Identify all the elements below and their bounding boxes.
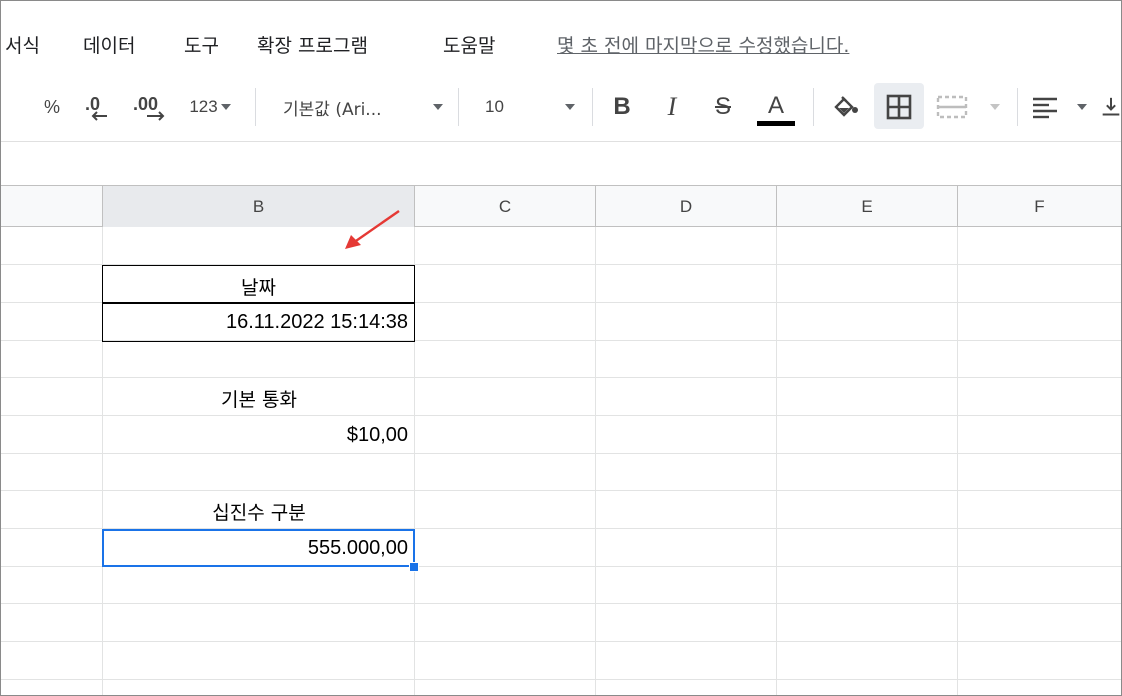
horizontal-align-dropdown[interactable] <box>1031 93 1087 121</box>
toolbar-separator <box>592 88 593 126</box>
date-header-text: 날짜 <box>241 277 276 299</box>
chevron-down-icon <box>433 104 443 110</box>
paint-bucket-icon <box>834 96 858 117</box>
row-line <box>1 377 1121 378</box>
bold-icon: B <box>613 93 631 120</box>
font-family-label: 기본값 (Ari... <box>283 99 382 120</box>
chevron-down-icon <box>990 104 1000 110</box>
date-value-cell[interactable]: 16.11.2022 15:14:38 <box>102 302 415 342</box>
toolbar: % .0 .00 123 기본값 (Ari... 10 B I S A <box>1 79 1121 135</box>
toolbar-separator <box>1017 88 1018 126</box>
row-line <box>1 641 1121 642</box>
selected-cell[interactable]: 555.000,00 <box>102 529 415 567</box>
merge-cells-button[interactable] <box>936 93 1000 121</box>
align-left-icon <box>1033 97 1057 119</box>
menu-data[interactable]: 데이터 <box>83 31 135 58</box>
currency-label-cell[interactable]: 기본 통화 <box>103 385 415 412</box>
text-color-button[interactable]: A <box>757 89 795 129</box>
decrease-decimal-icon: .0 <box>85 94 107 121</box>
column-header-a[interactable] <box>1 186 103 227</box>
menu-tools[interactable]: 도구 <box>184 31 219 58</box>
title-strip <box>1 1 1121 11</box>
chevron-down-icon <box>220 104 231 110</box>
bold-button[interactable]: B <box>608 93 636 121</box>
borders-button[interactable] <box>884 93 914 121</box>
column-header-d[interactable]: D <box>596 186 777 227</box>
number-format-label: 123 <box>189 97 218 116</box>
chevron-down-icon <box>565 104 575 110</box>
text-color-icon: A <box>767 91 784 119</box>
decrease-decimal-button[interactable]: .0 <box>83 93 117 121</box>
column-header-f[interactable]: F <box>958 186 1121 227</box>
italic-button[interactable]: I <box>658 92 686 121</box>
increase-decimal-text: .00 <box>133 94 158 114</box>
menu-bar: 서식 데이터 도구 확장 프로그램 도움말 몇 초 전에 마지막으로 수정했습니… <box>1 23 1121 63</box>
borders-icon <box>886 94 912 120</box>
decimal-value-text: 555.000,00 <box>307 537 408 559</box>
vertical-align-bottom-icon <box>1102 97 1120 116</box>
currency-value-cell[interactable]: $10,00 <box>347 424 408 447</box>
percent-format-button[interactable]: % <box>41 93 63 121</box>
toolbar-separator <box>255 88 256 126</box>
text-color-swatch <box>757 120 795 126</box>
date-value-text: 16.11.2022 15:14:38 <box>225 311 408 333</box>
merge-cells-icon <box>936 95 968 119</box>
decimal-label-cell[interactable]: 십진수 구분 <box>103 498 415 525</box>
column-line <box>957 227 958 695</box>
vertical-align-button[interactable] <box>1101 93 1121 121</box>
menu-extensions[interactable]: 확장 프로그램 <box>257 31 368 58</box>
row-line <box>1 603 1121 604</box>
increase-decimal-icon: .00 <box>133 94 165 121</box>
font-family-dropdown[interactable]: 기본값 (Ari... <box>283 93 443 121</box>
column-header-e[interactable]: E <box>777 186 958 227</box>
date-header-cell[interactable]: 날짜 <box>102 265 415 304</box>
column-header-c[interactable]: C <box>415 186 596 227</box>
formula-bar-divider <box>1 141 1121 142</box>
row-line <box>1 490 1121 491</box>
column-header-row: B C D E F <box>1 185 1121 227</box>
increase-decimal-button[interactable]: .00 <box>131 93 171 121</box>
column-line <box>595 227 596 695</box>
font-size-label: 10 <box>485 97 504 116</box>
number-format-dropdown[interactable]: 123 <box>182 93 238 121</box>
last-edit-link[interactable]: 몇 초 전에 마지막으로 수정했습니다. <box>557 31 849 58</box>
toolbar-separator <box>458 88 459 126</box>
row-line <box>1 415 1121 416</box>
italic-icon: I <box>667 92 677 121</box>
fill-handle[interactable] <box>409 562 419 572</box>
spreadsheet-window: 서식 데이터 도구 확장 프로그램 도움말 몇 초 전에 마지막으로 수정했습니… <box>0 0 1122 696</box>
decrease-decimal-text: .0 <box>85 94 100 114</box>
row-line <box>1 679 1121 680</box>
strikethrough-button[interactable]: S <box>708 93 738 121</box>
menu-format[interactable]: 서식 <box>5 31 40 58</box>
toolbar-separator <box>813 88 814 126</box>
fill-color-button[interactable] <box>829 93 861 121</box>
column-line <box>776 227 777 695</box>
annotation-arrow-icon <box>345 210 400 249</box>
chevron-down-icon <box>1077 104 1087 110</box>
row-line <box>1 453 1121 454</box>
menu-help[interactable]: 도움말 <box>443 31 495 58</box>
strikethrough-icon: S <box>714 93 731 120</box>
font-size-dropdown[interactable]: 10 <box>485 93 575 121</box>
